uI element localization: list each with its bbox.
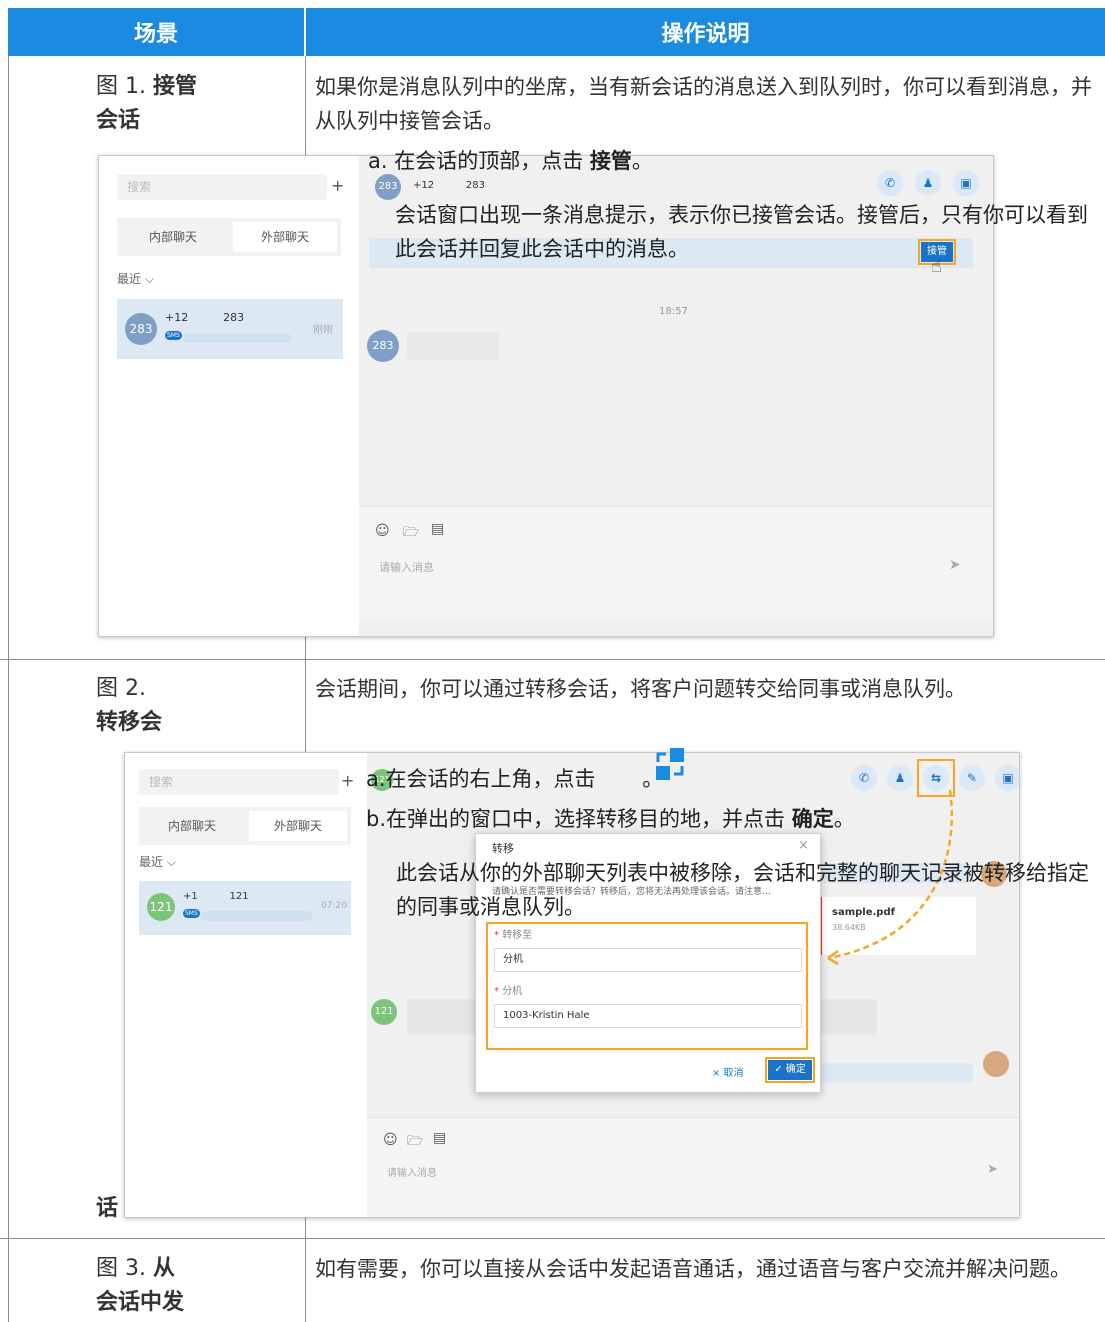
row2-step-b: b.在弹出的窗口中，选择转移目的地，并点击 确定。 xyxy=(366,807,855,831)
table-border-left xyxy=(8,56,9,1322)
compose-area: ☺ 🗁 ▤ 请输入消息 ➤ xyxy=(359,506,993,619)
tab-internal-chat[interactable]: 内部聊天 xyxy=(143,811,241,841)
add-icon[interactable]: + xyxy=(341,771,354,790)
archive-icon[interactable]: ▣ xyxy=(995,765,1019,791)
message-input[interactable]: 请输入消息 xyxy=(379,559,434,575)
clipboard-icon[interactable]: ▤ xyxy=(433,1130,446,1146)
avatar: 121 xyxy=(147,893,175,921)
row-divider-2 xyxy=(0,1238,1105,1239)
search-input[interactable]: 搜索 xyxy=(117,174,327,200)
chat-sidebar: 搜索 + 内部聊天 外部聊天 最近 ⌵ 283 +12 283 刚刚 SMS xyxy=(99,156,357,636)
row2-description: 会话期间，你可以通过转移会话，将客户问题转交给同事或消息队列。 xyxy=(315,677,966,701)
emoji-icon[interactable]: ☺ xyxy=(375,523,390,539)
header-number: +12 283 xyxy=(413,180,485,191)
chat-tabs: 内部聊天 外部聊天 xyxy=(117,218,341,256)
message-preview xyxy=(201,911,313,921)
row1-step-a: a. 在会话的顶部，点击 接管。 xyxy=(368,149,653,173)
archive-icon[interactable]: ▣ xyxy=(953,170,979,196)
tab-internal-chat[interactable]: 内部聊天 xyxy=(121,222,225,252)
tab-external-chat[interactable]: 外部聊天 xyxy=(249,811,347,841)
conversation-item[interactable]: 121 +1 121 07:20 SMS xyxy=(139,881,351,935)
row1-label: 图 1. 接管 会话 xyxy=(96,74,198,133)
row2-step-a: a.在会话的右上角，点击 。 xyxy=(366,748,684,794)
conversation-time: 刚刚 xyxy=(313,325,333,336)
conversation-item[interactable]: 283 +12 283 刚刚 SMS xyxy=(117,299,343,359)
message-avatar: 121 xyxy=(371,999,397,1025)
row3-description: 如有需要，你可以直接从会话中发起语音通话，通过语音与客户交流并解决问题。 xyxy=(315,1257,1071,1281)
folder-icon[interactable]: 🗁 xyxy=(403,523,419,545)
extension-select[interactable]: 1003-Kristin Hale xyxy=(494,1004,802,1028)
conversation-name: +12 283 xyxy=(165,311,245,324)
header-col-scene: 场景 xyxy=(8,8,304,56)
row-divider-1 xyxy=(0,659,1105,660)
sms-icon: SMS xyxy=(183,909,200,918)
dialog-title: 转移 xyxy=(492,842,514,855)
conversation-time: 07:20 xyxy=(321,901,347,911)
recent-filter[interactable]: 最近 ⌵ xyxy=(139,853,176,870)
agent-avatar-2 xyxy=(983,1051,1009,1077)
row1-step-note: 会话窗口出现一条消息提示，表示你已接管会话。接管后，只有你可以看到此会话并回复此… xyxy=(395,203,1088,261)
row1-description: 如果你是消息队列中的坐席，当有新会话的消息送入到队列时，你可以看到消息，并从队列… xyxy=(315,75,1092,133)
add-user-icon[interactable]: ♟ xyxy=(915,170,941,196)
message-bubble xyxy=(407,332,499,360)
tab-external-chat[interactable]: 外部聊天 xyxy=(233,222,337,252)
confirm-button[interactable]: ✓ 确定 xyxy=(765,1057,815,1083)
cancel-button[interactable]: × 取消 xyxy=(712,1064,744,1079)
recent-filter[interactable]: 最近 ⌵ xyxy=(117,270,154,287)
chat-sidebar: 搜索 + 内部聊天 外部聊天 最近 ⌵ 121 +1 121 07:20 SMS xyxy=(125,753,365,1217)
row2-label: 图 2. 转移会 xyxy=(96,676,163,735)
row2-label-tail: 话 xyxy=(96,1196,119,1221)
sms-icon: SMS xyxy=(165,331,182,340)
timestamp: 18:57 xyxy=(659,306,688,317)
message-avatar: 283 xyxy=(367,330,399,362)
chat-tabs: 内部聊天 外部聊天 xyxy=(139,807,351,845)
phone-icon[interactable]: ✆ xyxy=(877,170,903,196)
header-col-instructions: 操作说明 xyxy=(306,8,1105,56)
close-icon[interactable]: × xyxy=(798,838,809,853)
clipboard-icon[interactable]: ▤ xyxy=(431,521,444,537)
conversation-name: +1 121 xyxy=(183,891,249,902)
transfer-to-select[interactable]: 分机 xyxy=(494,948,802,972)
search-input[interactable]: 搜索 xyxy=(139,769,339,795)
avatar: 283 xyxy=(125,313,157,345)
send-icon[interactable]: ➤ xyxy=(987,1162,998,1177)
row3-label: 图 3. 从 会话中发 xyxy=(96,1256,185,1315)
note-icon[interactable]: ✎ xyxy=(959,765,985,791)
message-preview xyxy=(183,333,291,343)
transfer-to-label: * 转移至 xyxy=(494,930,533,941)
emoji-icon[interactable]: ☺ xyxy=(383,1132,398,1148)
message-input[interactable]: 请输入消息 xyxy=(387,1164,437,1179)
extension-label: * 分机 xyxy=(494,986,523,997)
header-avatar: 283 xyxy=(375,174,401,200)
fields-highlight xyxy=(486,922,808,1050)
transfer-icon xyxy=(656,748,686,782)
folder-icon[interactable]: 🗁 xyxy=(407,1132,423,1154)
send-icon[interactable]: ➤ xyxy=(949,557,961,573)
compose-area: ☺ 🗁 ▤ 请输入消息 ➤ xyxy=(367,1117,1019,1217)
row2-step-note: 此会话从你的外部聊天列表中被移除，会话和完整的聊天记录被转移给指定的同事或消息队… xyxy=(396,861,1089,919)
add-icon[interactable]: + xyxy=(331,176,344,195)
